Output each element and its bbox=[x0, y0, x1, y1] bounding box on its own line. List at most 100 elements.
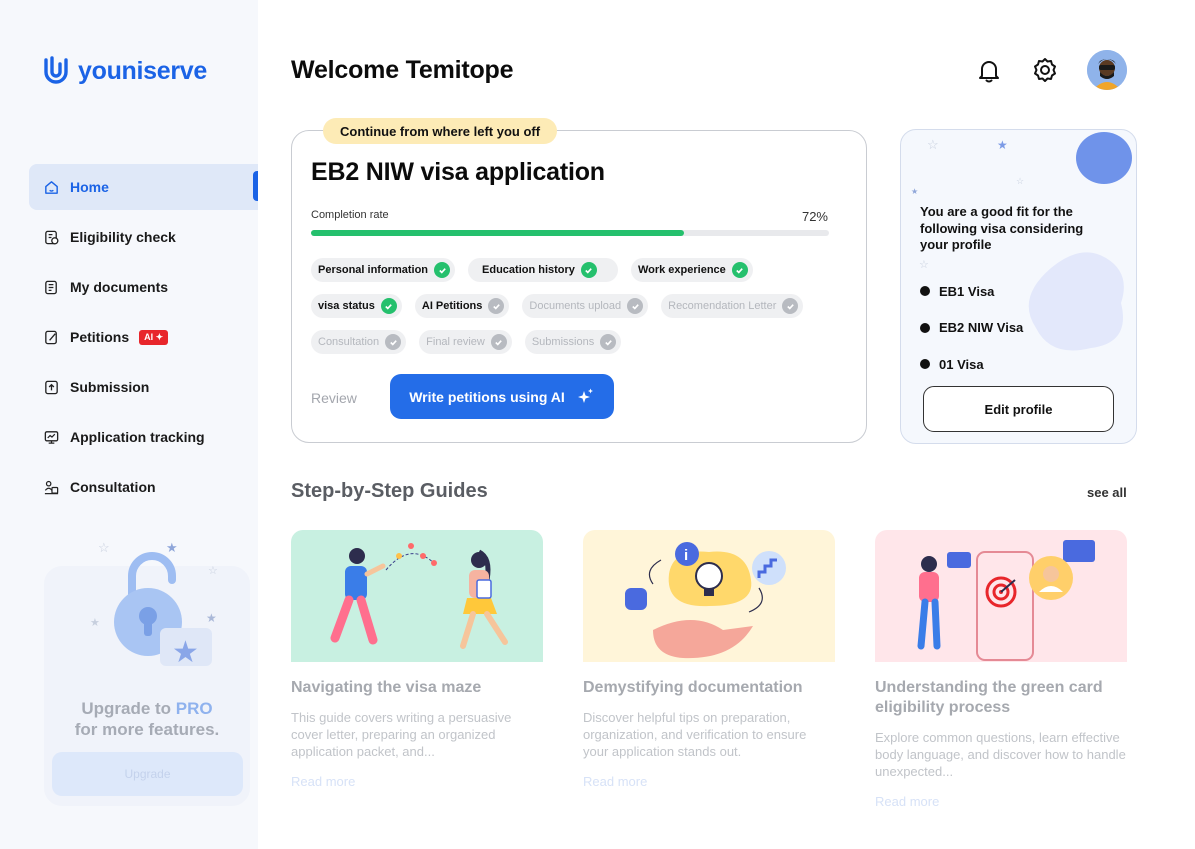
read-more-link[interactable]: Read more bbox=[291, 774, 543, 789]
step-label: Education history bbox=[482, 264, 575, 276]
check-icon bbox=[627, 298, 644, 314]
sidebar-item-label: Home bbox=[70, 179, 109, 195]
application-card: EB2 NIW visa application Completion rate… bbox=[291, 130, 867, 443]
guide-description: This guide covers writing a persuasive c… bbox=[291, 710, 512, 759]
edit-profile-button[interactable]: Edit profile bbox=[923, 386, 1114, 432]
brand-name: youniserve bbox=[78, 56, 208, 85]
guide-image: i bbox=[583, 530, 835, 662]
ai-button-label: Write petitions using AI bbox=[409, 388, 565, 405]
logo-mark-icon bbox=[44, 56, 68, 84]
step-label: Documents upload bbox=[529, 300, 622, 312]
visa-list-item: EB2 NIW Visa bbox=[920, 310, 1023, 347]
people-illustration bbox=[330, 543, 508, 649]
step-chip-final-review[interactable]: Final review bbox=[419, 330, 512, 354]
sidebar-item-my-documents[interactable]: My documents bbox=[29, 264, 258, 310]
home-icon bbox=[45, 180, 58, 194]
documents-icon bbox=[45, 280, 57, 294]
guide-card[interactable]: Navigating the visa maze This guide cove… bbox=[291, 530, 543, 789]
review-link[interactable]: Review bbox=[311, 390, 357, 406]
bell-icon[interactable] bbox=[975, 56, 1003, 84]
brand-logo[interactable]: youniserve bbox=[42, 56, 207, 86]
sidebar: youniserve Home Eligibility check My doc… bbox=[0, 0, 258, 849]
read-more-link[interactable]: Read more bbox=[583, 774, 835, 789]
step-chip-education-history[interactable]: Education history bbox=[468, 258, 618, 282]
guide-card[interactable]: Understanding the green card eligibility… bbox=[875, 530, 1127, 809]
guides-section-title: Step-by-Step Guides bbox=[291, 480, 488, 502]
step-label: Work experience bbox=[637, 264, 726, 276]
see-all-link[interactable]: see all bbox=[1087, 485, 1127, 500]
pro-label: PRO bbox=[175, 699, 213, 718]
svg-text:★: ★ bbox=[997, 138, 1008, 152]
avatar[interactable] bbox=[1087, 50, 1127, 90]
sidebar-item-label: Submission bbox=[70, 379, 150, 395]
tracking-icon bbox=[44, 430, 59, 444]
upgrade-promo-text: Upgrade to PRO for more features. bbox=[44, 698, 250, 740]
step-chip-personal-information[interactable]: Personal information bbox=[311, 258, 456, 282]
petitions-icon bbox=[45, 330, 57, 344]
steps-row-3: Consultation Final review Submissions bbox=[311, 330, 622, 354]
gear-icon[interactable] bbox=[1031, 56, 1059, 84]
sidebar-item-label: My documents bbox=[70, 279, 169, 295]
check-icon bbox=[488, 298, 505, 314]
sidebar-item-consultation[interactable]: Consultation bbox=[29, 464, 258, 510]
check-icon bbox=[600, 334, 617, 350]
step-chip-recommendation-letter[interactable]: Recomendation Letter bbox=[661, 294, 804, 318]
guide-card[interactable]: i Demystifying documentation Discover he… bbox=[583, 530, 835, 789]
padlock-illustration: ☆ ★ ★ ★ ☆ ★ bbox=[90, 540, 218, 669]
consultation-icon bbox=[44, 480, 59, 494]
step-label: Submissions bbox=[531, 336, 595, 348]
step-chip-consultation[interactable]: Consultation bbox=[311, 330, 407, 354]
sidebar-item-label: Application tracking bbox=[70, 429, 205, 445]
sidebar-item-home[interactable]: Home bbox=[29, 164, 258, 210]
upgrade-text-prefix: Upgrade to bbox=[81, 699, 176, 718]
target-illustration bbox=[917, 540, 1095, 661]
step-chip-ai-petitions[interactable]: AI Petitions bbox=[414, 294, 510, 318]
visa-list-item: EB1 Visa bbox=[920, 273, 1023, 310]
svg-text:☆: ☆ bbox=[98, 540, 110, 555]
sidebar-item-eligibility-check[interactable]: Eligibility check bbox=[29, 214, 258, 260]
read-more-link[interactable]: Read more bbox=[875, 794, 1127, 809]
lightbulb-illustration: i bbox=[625, 542, 786, 659]
sidebar-item-application-tracking[interactable]: Application tracking bbox=[29, 414, 258, 460]
upgrade-button[interactable]: Upgrade bbox=[52, 752, 243, 796]
write-petitions-ai-button[interactable]: Write petitions using AI bbox=[390, 374, 614, 419]
application-title: EB2 NIW visa application bbox=[311, 158, 605, 186]
step-chip-submissions[interactable]: Submissions bbox=[524, 330, 622, 354]
completion-label: Completion rate bbox=[311, 209, 389, 221]
guide-description: Explore common questions, learn effectiv… bbox=[875, 730, 1126, 779]
upload-icon bbox=[45, 380, 58, 394]
guide-image bbox=[875, 530, 1127, 662]
avatar-image bbox=[1087, 50, 1127, 90]
step-label: Personal information bbox=[318, 264, 429, 276]
svg-text:★: ★ bbox=[911, 187, 918, 196]
sidebar-item-label: Eligibility check bbox=[70, 229, 176, 245]
sparkle-icon bbox=[577, 388, 593, 403]
guide-description: Discover helpful tips on preparation, or… bbox=[583, 710, 807, 759]
check-icon bbox=[490, 334, 507, 350]
svg-text:★: ★ bbox=[90, 617, 100, 629]
visa-fit-title: You are a good fit for the following vis… bbox=[920, 204, 1084, 252]
step-label: AI Petitions bbox=[421, 300, 483, 312]
upgrade-text-suffix: for more features. bbox=[74, 720, 220, 739]
svg-text:☆: ☆ bbox=[927, 137, 939, 152]
guide-image bbox=[291, 530, 543, 662]
check-icon bbox=[782, 298, 799, 314]
sidebar-item-submission[interactable]: Submission bbox=[29, 364, 258, 410]
guide-title: Demystifying documentation bbox=[583, 679, 803, 696]
check-icon bbox=[380, 298, 397, 314]
visa-fit-card: ☆ ★ ☆ ★ ☆ You are a good fit for the fol… bbox=[900, 129, 1137, 444]
completion-percentage: 72% bbox=[801, 209, 828, 224]
step-chip-visa-status[interactable]: visa status bbox=[311, 294, 402, 318]
check-icon bbox=[385, 334, 402, 350]
svg-text:★: ★ bbox=[166, 540, 178, 555]
check-icon bbox=[434, 262, 451, 278]
step-chip-work-experience[interactable]: Work experience bbox=[630, 258, 753, 282]
svg-text:☆: ☆ bbox=[919, 259, 929, 270]
completion-progress-bar bbox=[311, 230, 829, 236]
svg-text:☆: ☆ bbox=[1016, 176, 1024, 186]
step-chip-documents-upload[interactable]: Documents upload bbox=[522, 294, 649, 318]
sidebar-item-petitions[interactable]: Petitions AI ✦ bbox=[29, 314, 258, 360]
steps-row-2: visa status AI Petitions Documents uploa… bbox=[311, 294, 804, 318]
ai-badge: AI ✦ bbox=[139, 329, 169, 345]
step-label: visa status bbox=[318, 300, 375, 312]
